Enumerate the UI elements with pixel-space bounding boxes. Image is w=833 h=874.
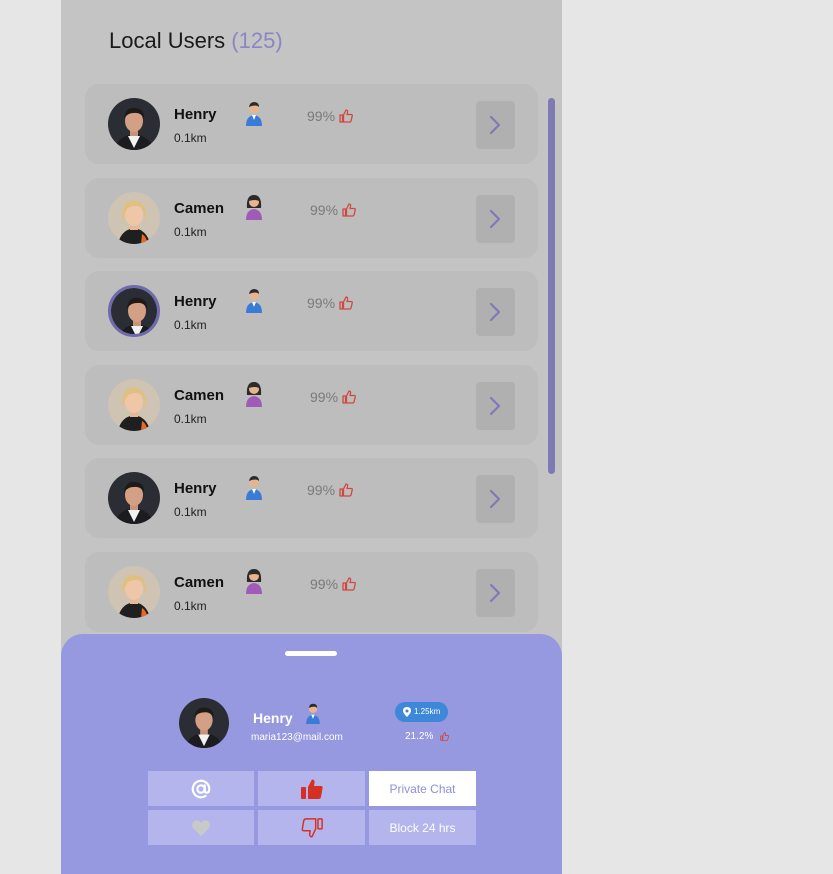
open-profile-button[interactable]: [476, 288, 515, 337]
user-name: Camen: [174, 199, 225, 217]
favorite-button[interactable]: [148, 810, 254, 845]
male-avatar-image: [179, 698, 229, 748]
sheet-drag-handle[interactable]: [285, 651, 337, 656]
block-label: Block 24 hrs: [389, 820, 456, 835]
avatar[interactable]: [179, 698, 229, 748]
location-badge: 1.25km: [395, 702, 448, 722]
thumbs-up-outline-icon: [342, 202, 356, 220]
thumbs-up-outline-icon: [339, 296, 353, 313]
open-profile-button[interactable]: [476, 569, 515, 617]
sheet-rating: 21.2%: [405, 731, 450, 744]
at-icon: [191, 779, 211, 798]
user-distance: 0.1km: [174, 505, 207, 520]
private-chat-button[interactable]: Private Chat: [369, 771, 476, 806]
user-card[interactable]: Henry 0.1km 99%: [85, 458, 538, 539]
dislike-button[interactable]: [258, 810, 365, 845]
avatar[interactable]: [108, 472, 160, 525]
rating-value: 99%: [307, 108, 336, 124]
user-name: Henry: [174, 106, 217, 123]
user-rating: 99%: [310, 389, 356, 407]
open-profile-button[interactable]: [476, 101, 515, 149]
user-card[interactable]: Henry 0.1km 99%: [85, 271, 538, 352]
location-distance: 1.25km: [414, 707, 441, 716]
user-rating: 99%: [310, 576, 356, 594]
sheet-user-name: Henry: [253, 710, 293, 726]
sheet-rating-value: 21.2%: [405, 731, 434, 742]
user-name: Camen: [174, 574, 225, 591]
open-profile-button[interactable]: [476, 475, 515, 524]
user-card[interactable]: Camen 0.1km 99%: [85, 177, 538, 258]
private-chat-label: Private Chat: [389, 781, 456, 796]
user-rating: 99%: [307, 295, 353, 313]
user-card[interactable]: Henry 0.1km 99%: [85, 84, 538, 164]
thumbs-up-outline-icon: [440, 732, 450, 744]
avatar[interactable]: [108, 98, 160, 150]
female-icon: [243, 568, 265, 594]
user-distance: 0.1km: [174, 224, 207, 239]
female-icon: [243, 194, 265, 220]
rating-value: 99%: [307, 482, 336, 499]
thumbs-up-outline-icon: [342, 390, 356, 407]
user-distance: 0.1km: [174, 411, 207, 426]
user-distance: 0.1km: [174, 599, 207, 613]
female-icon: [243, 381, 265, 407]
user-distance: 0.1km: [174, 131, 207, 145]
user-name: Henry: [174, 480, 217, 498]
rating-value: 99%: [310, 201, 339, 218]
block-button[interactable]: Block 24 hrs: [369, 810, 476, 845]
user-rating: 99%: [310, 202, 356, 220]
open-profile-button[interactable]: [476, 194, 515, 243]
page-title-text: Local Users: [109, 28, 226, 53]
scrollbar[interactable]: [548, 98, 555, 474]
user-distance: 0.1km: [174, 318, 207, 333]
male-icon: [243, 100, 265, 126]
open-profile-button[interactable]: [476, 381, 515, 430]
male-icon: [303, 702, 323, 724]
user-name: Henry: [174, 293, 217, 311]
user-detail-sheet: Henry maria123@mail.com 1.25km 21.2% Pri…: [61, 634, 562, 874]
thumbs-up-icon: [300, 779, 323, 799]
avatar[interactable]: [108, 378, 160, 431]
user-rating: 99%: [307, 108, 353, 126]
mention-button[interactable]: [148, 771, 254, 806]
sheet-user-email: maria123@mail.com: [251, 732, 343, 743]
avatar[interactable]: [108, 285, 160, 338]
thumbs-up-outline-icon: [342, 577, 356, 594]
avatar[interactable]: [108, 566, 160, 618]
user-card[interactable]: Camen 0.1km 99%: [85, 552, 538, 632]
rating-value: 99%: [310, 388, 339, 405]
user-count: (125): [231, 28, 283, 53]
user-card[interactable]: Camen 0.1km 99%: [85, 364, 538, 445]
heart-icon: [192, 819, 210, 836]
like-button[interactable]: [258, 771, 365, 806]
thumbs-up-outline-icon: [339, 483, 353, 500]
male-icon: [243, 474, 265, 501]
avatar[interactable]: [108, 191, 160, 244]
rating-value: 99%: [310, 576, 339, 592]
male-icon: [243, 287, 265, 314]
rating-value: 99%: [307, 295, 336, 312]
page-title: Local Users (125): [109, 28, 283, 54]
thumbs-down-icon: [301, 817, 323, 837]
user-name: Camen: [174, 386, 225, 404]
location-pin-icon: [403, 707, 411, 717]
thumbs-up-outline-icon: [339, 109, 353, 126]
user-rating: 99%: [307, 482, 353, 500]
